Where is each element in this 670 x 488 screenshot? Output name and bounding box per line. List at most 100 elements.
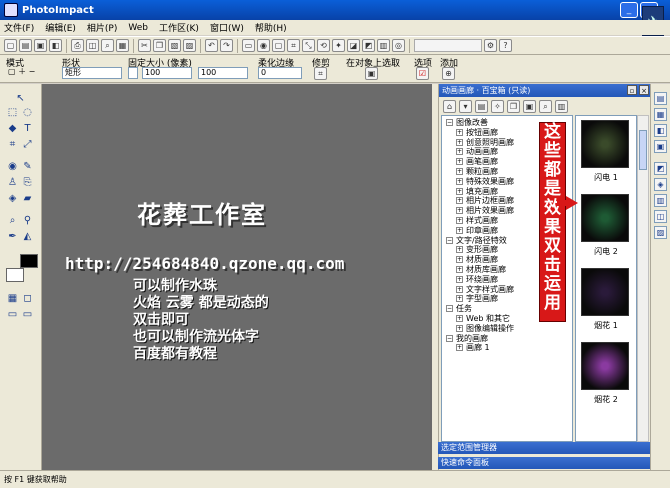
expand-icon[interactable]: +: [456, 128, 463, 136]
width-field[interactable]: 100: [142, 67, 192, 79]
effect-thumbnail[interactable]: [581, 268, 629, 316]
tree-item[interactable]: + 画笔画廊: [456, 157, 498, 167]
thumbnail-list[interactable]: 闪电 1 闪电 2 烟花 1 烟花 2: [575, 115, 637, 442]
panel-toggle-icon[interactable]: ▣: [654, 140, 667, 153]
search-icon[interactable]: ⌕: [539, 99, 552, 113]
stamp-tool-icon[interactable]: ♙: [6, 176, 19, 189]
tree-item[interactable]: + 颗粒画廊: [456, 167, 498, 177]
help-icon[interactable]: ?: [499, 39, 512, 52]
expand-icon[interactable]: +: [456, 266, 463, 273]
undo-icon[interactable]: ↶: [205, 39, 218, 52]
soften-field[interactable]: 0: [258, 67, 302, 79]
camera-icon[interactable]: ◉: [257, 39, 270, 52]
expand-icon[interactable]: +: [456, 187, 463, 195]
shape-tool-icon[interactable]: ◆: [6, 122, 19, 135]
collapse-icon[interactable]: −: [446, 305, 453, 313]
save-icon[interactable]: ▣: [34, 39, 47, 52]
folder-icon[interactable]: ▤: [475, 99, 488, 113]
tree-group[interactable]: − 图像改善: [446, 118, 488, 128]
view-dropdown[interactable]: [414, 39, 482, 52]
expand-icon[interactable]: +: [456, 197, 463, 205]
tree-item[interactable]: + 图像编辑操作: [456, 324, 514, 334]
effect-thumbnail[interactable]: [581, 120, 629, 168]
select-object-icon[interactable]: ▣: [365, 67, 378, 80]
shape-select[interactable]: 矩形: [62, 67, 122, 79]
clone-tool-icon[interactable]: ⎘: [21, 176, 34, 189]
collapse-icon[interactable]: −: [446, 334, 453, 342]
new-icon[interactable]: ▢: [4, 39, 17, 52]
paste-icon[interactable]: ▧: [168, 39, 181, 52]
panel-toggle-icon[interactable]: ▥: [654, 194, 667, 207]
collapse-icon[interactable]: −: [446, 236, 453, 244]
expand-icon[interactable]: +: [456, 168, 463, 175]
print-icon[interactable]: ⎙: [71, 39, 84, 52]
selection-manager-panel[interactable]: 选定范围管理器: [438, 442, 650, 454]
tree-item[interactable]: + 画廊 1: [456, 343, 490, 353]
copy-icon[interactable]: ❐: [153, 39, 166, 52]
expand-icon[interactable]: +: [456, 246, 463, 254]
copy-gallery-icon[interactable]: ❐: [507, 99, 520, 113]
pick-tool-icon[interactable]: ↖: [14, 92, 27, 105]
expand-icon[interactable]: +: [456, 285, 463, 293]
canvas-area[interactable]: [42, 84, 432, 470]
add-gallery-icon[interactable]: ▣: [523, 99, 536, 113]
app-icon[interactable]: [4, 3, 18, 17]
home-icon[interactable]: ⌂: [443, 99, 456, 113]
tree-item[interactable]: + 字型画廊: [456, 294, 498, 304]
open-icon[interactable]: ▤: [19, 39, 32, 52]
zoom-icon[interactable]: ⌕: [101, 39, 114, 52]
height-field[interactable]: 100: [198, 67, 248, 79]
panel-toggle-icon[interactable]: ◩: [654, 162, 667, 175]
background-color[interactable]: [6, 268, 24, 282]
view-mode-icon[interactable]: ▭: [6, 308, 19, 321]
preview-icon[interactable]: ◫: [86, 39, 99, 52]
mask-mode-icon[interactable]: ◻: [21, 292, 34, 305]
panel-toggle-icon[interactable]: ◈: [654, 178, 667, 191]
tree-item[interactable]: + 相片边框画廊: [456, 196, 514, 206]
panel-toggle-icon[interactable]: ◫: [654, 210, 667, 223]
fullscreen-icon[interactable]: ▭: [21, 308, 34, 321]
tree-item[interactable]: + 材质库画廊: [456, 265, 506, 275]
brush-tool-icon[interactable]: ✎: [21, 160, 34, 173]
menu-edit[interactable]: 编辑(E): [45, 21, 76, 34]
add-icon[interactable]: ⊕: [442, 67, 455, 80]
eye-tool-icon[interactable]: ◉: [6, 160, 19, 173]
collapse-icon[interactable]: −: [446, 119, 453, 126]
menu-window[interactable]: 窗口(W): [210, 21, 244, 34]
menu-web[interactable]: Web: [128, 23, 148, 33]
expand-icon[interactable]: +: [456, 177, 463, 185]
redo-icon[interactable]: ↷: [220, 39, 233, 52]
zoom-tool-icon[interactable]: ⌕: [6, 214, 19, 227]
tree-item[interactable]: + 环绕画廊: [456, 275, 498, 285]
tree-item[interactable]: + 变形画廊: [456, 245, 498, 255]
expand-icon[interactable]: +: [456, 138, 463, 146]
menu-file[interactable]: 文件(F): [4, 21, 34, 34]
properties-icon[interactable]: ▥: [555, 99, 568, 113]
menu-photo[interactable]: 相片(P): [87, 21, 117, 34]
tree-item[interactable]: + 按钮画廊: [456, 128, 498, 138]
tree-item[interactable]: + 相片效果画廊: [456, 206, 514, 216]
grid-icon[interactable]: ▦: [6, 292, 19, 305]
expand-icon[interactable]: +: [456, 295, 463, 303]
export-icon[interactable]: ▥: [377, 39, 390, 52]
fixed-size-checkbox[interactable]: [128, 67, 138, 79]
fill-tool-icon[interactable]: ◈: [6, 192, 19, 205]
crop-tool-icon[interactable]: ⌗: [6, 138, 19, 151]
tree-item[interactable]: + 材质画廊: [456, 255, 498, 265]
panel-toggle-icon[interactable]: ◧: [654, 124, 667, 137]
tree-item[interactable]: + 特殊效果画廊: [456, 177, 514, 187]
paste-object-icon[interactable]: ▨: [183, 39, 196, 52]
expand-icon[interactable]: +: [456, 207, 463, 215]
import-icon[interactable]: ◧: [49, 39, 62, 52]
tree-group[interactable]: − 任务: [446, 304, 472, 314]
expand-icon[interactable]: +: [456, 315, 463, 322]
pen-tool-icon[interactable]: ✒: [6, 230, 19, 243]
menu-help[interactable]: 帮助(H): [255, 21, 287, 34]
apply-icon[interactable]: ✧: [491, 99, 504, 113]
rotate-icon[interactable]: ⟲: [317, 39, 330, 52]
expand-icon[interactable]: +: [456, 256, 463, 264]
tree-item[interactable]: + 动画画廊: [456, 147, 498, 157]
expand-icon[interactable]: +: [456, 158, 463, 166]
layout-icon[interactable]: ▭: [242, 39, 255, 52]
tree-item[interactable]: + 印章画廊: [456, 226, 498, 236]
